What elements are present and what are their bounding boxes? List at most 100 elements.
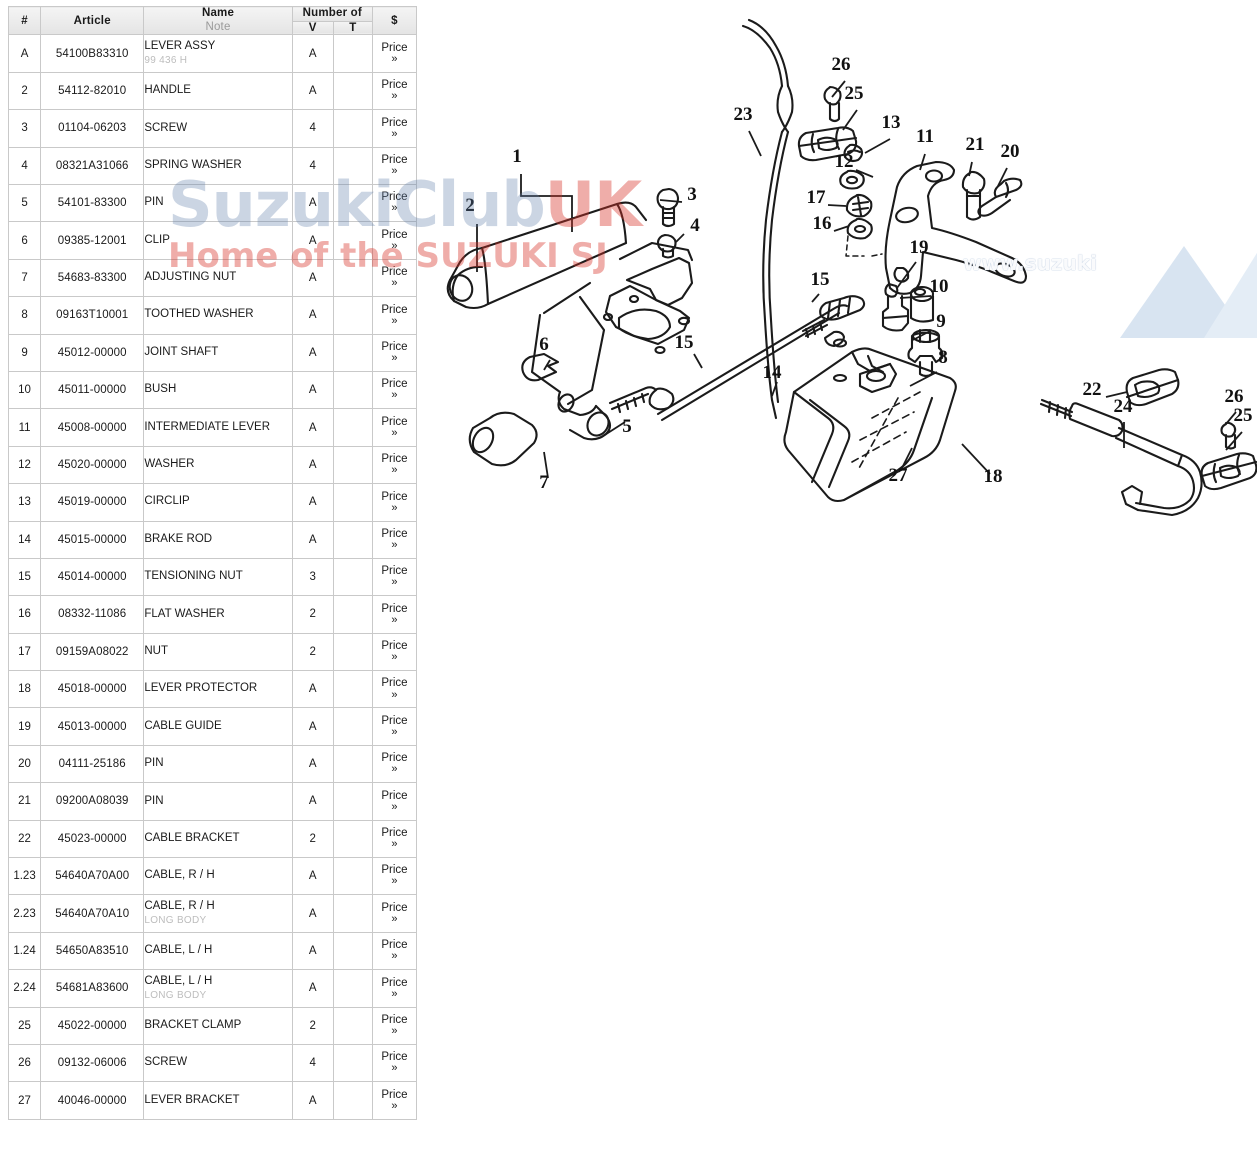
cell-qty-v: 4 [291,146,334,186]
price-button[interactable]: Price» [371,370,418,410]
price-button[interactable]: Price» [371,857,418,896]
price-button[interactable]: Price» [371,71,418,111]
column-header-name[interactable]: Name Note [143,5,293,36]
table-row[interactable]: 8 09163T10001 TOOTHED WASHER A Price» [7,296,418,335]
cell-name: SPRING WASHER [143,146,293,186]
cell-qty-v: 4 [291,109,334,148]
price-button[interactable]: Price» [371,221,418,260]
price-button[interactable]: Price» [371,595,418,634]
price-button[interactable]: Price» [371,333,418,372]
price-button[interactable]: Price» [371,931,418,971]
cell-qty-t [332,969,373,1008]
column-header-qty-v[interactable]: V [291,20,334,36]
column-header-qty-t[interactable]: T [332,20,373,36]
cell-qty-v: A [291,408,334,447]
callout-11: 11 [916,126,934,147]
price-button[interactable]: Price» [371,483,418,522]
cell-article: 09159A08022 [40,632,145,672]
table-row[interactable]: 3 01104-06203 SCREW 4 Price» [7,109,418,148]
price-button[interactable]: Price» [371,632,418,672]
cell-article: 08321A31066 [40,146,145,186]
price-button[interactable]: Price» [371,109,418,148]
callout-12: 12 [835,151,854,172]
table-row[interactable]: 18 45018-00000 LEVER PROTECTOR A Price» [7,670,418,709]
cell-qty-t [332,221,373,260]
table-row[interactable]: 16 08332-11086 FLAT WASHER 2 Price» [7,595,418,634]
table-row[interactable]: 10 45011-00000 BUSH A Price» [7,370,418,410]
cell-article: 45018-00000 [40,670,145,709]
cell-number: 18 [7,670,42,709]
table-row[interactable]: 2.24 54681A83600 CABLE, L / H LONG BODY A Pri… [7,969,418,1008]
price-button[interactable]: Price» [371,894,418,933]
column-header-article[interactable]: Article [40,5,145,36]
price-button[interactable]: Price» [371,557,418,597]
price-button[interactable]: Price» [371,819,418,859]
table-row[interactable]: 2.23 54640A70A10 CABLE, R / H LONG BODY A Pri… [7,894,418,933]
part-clamp-25-right-group [1200,421,1257,491]
table-row[interactable]: 27 40046-00000 LEVER BRACKET A Price» [7,1081,418,1120]
price-button[interactable]: Price» [371,670,418,709]
cell-article: 04111-25186 [40,744,145,784]
chevron-right-icon: » [391,127,398,140]
table-row[interactable]: 6 09385-12001 CLIP A Price» [7,221,418,260]
price-button[interactable]: Price» [371,782,418,821]
cell-qty-v: A [291,1081,334,1120]
table-row[interactable]: 26 09132-06006 SCREW 4 Price» [7,1043,418,1083]
cell-article: 45022-00000 [40,1006,145,1045]
callout-6: 6 [539,334,549,355]
cell-article: 45012-00000 [40,333,145,372]
price-button[interactable]: Price» [371,969,418,1008]
price-button[interactable]: Price» [371,296,418,335]
price-button[interactable]: Price» [371,744,418,784]
table-row[interactable]: 17 09159A08022 NUT 2 Price» [7,632,418,672]
table-row[interactable]: 12 45020-00000 WASHER A Price» [7,445,418,485]
cell-qty-t [332,333,373,372]
cell-name: CLIP [143,221,293,260]
chevron-right-icon: » [391,1062,398,1075]
table-row[interactable]: 19 45013-00000 CABLE GUIDE A Price» [7,707,418,746]
table-row[interactable]: 4 08321A31066 SPRING WASHER 4 Price» [7,146,418,186]
cell-name-main: CABLE, R / H [144,900,215,913]
table-row[interactable]: 21 09200A08039 PIN A Price» [7,782,418,821]
table-row[interactable]: 11 45008-00000 INTERMEDIATE LEVER A Price» [7,408,418,447]
table-row[interactable]: 14 45015-00000 BRAKE ROD A Price» [7,520,418,559]
price-button[interactable]: Price» [371,34,418,73]
cell-qty-v: 2 [291,632,334,672]
price-button[interactable]: Price» [371,1043,418,1083]
table-row[interactable]: 9 45012-00000 JOINT SHAFT A Price» [7,333,418,372]
cell-name: HANDLE [143,71,293,111]
price-button[interactable]: Price» [371,146,418,186]
table-row[interactable]: 25 45022-00000 BRACKET CLAMP 2 Price» [7,1006,418,1045]
price-button[interactable]: Price» [371,520,418,559]
table-row[interactable]: A 54100B83310 LEVER ASSY 99 436 H A Price» [7,34,418,73]
table-row[interactable]: 22 45023-00000 CABLE BRACKET 2 Price» [7,819,418,859]
column-header-price[interactable]: $ [371,5,418,36]
cell-name: SCREW [143,1043,293,1083]
callout-16: 16 [813,213,832,234]
table-row[interactable]: 15 45014-00000 TENSIONING NUT 3 Price» [7,557,418,597]
price-button[interactable]: Price» [371,445,418,485]
cell-name-note: LONG BODY [144,915,207,927]
price-label: Price [381,303,408,316]
cell-article: 54100B83310 [40,34,145,73]
table-row[interactable]: 20 04111-25186 PIN A Price» [7,744,418,784]
price-button[interactable]: Price» [371,707,418,746]
price-button[interactable]: Price» [371,258,418,298]
callout-10: 10 [930,276,949,297]
cell-name: ADJUSTING NUT [143,258,293,298]
table-row[interactable]: 5 54101-83300 PIN A Price» [7,183,418,223]
price-button[interactable]: Price» [371,183,418,223]
cell-qty-t [332,183,373,223]
table-row[interactable]: 7 54683-83300 ADJUSTING NUT A Price» [7,258,418,298]
price-button[interactable]: Price» [371,1081,418,1120]
chevron-right-icon: » [391,464,398,477]
table-row[interactable]: 1.23 54640A70A00 CABLE, R / H A Price» [7,857,418,896]
cell-qty-v: 4 [291,1043,334,1083]
column-header-number[interactable]: # [7,5,42,36]
table-row[interactable]: 1.24 54650A83510 CABLE, L / H A Price» [7,931,418,971]
price-button[interactable]: Price» [371,408,418,447]
price-button[interactable]: Price» [371,1006,418,1045]
table-row[interactable]: 13 45019-00000 CIRCLIP A Price» [7,483,418,522]
table-row[interactable]: 2 54112-82010 HANDLE A Price» [7,71,418,111]
cell-number: 12 [7,445,42,485]
